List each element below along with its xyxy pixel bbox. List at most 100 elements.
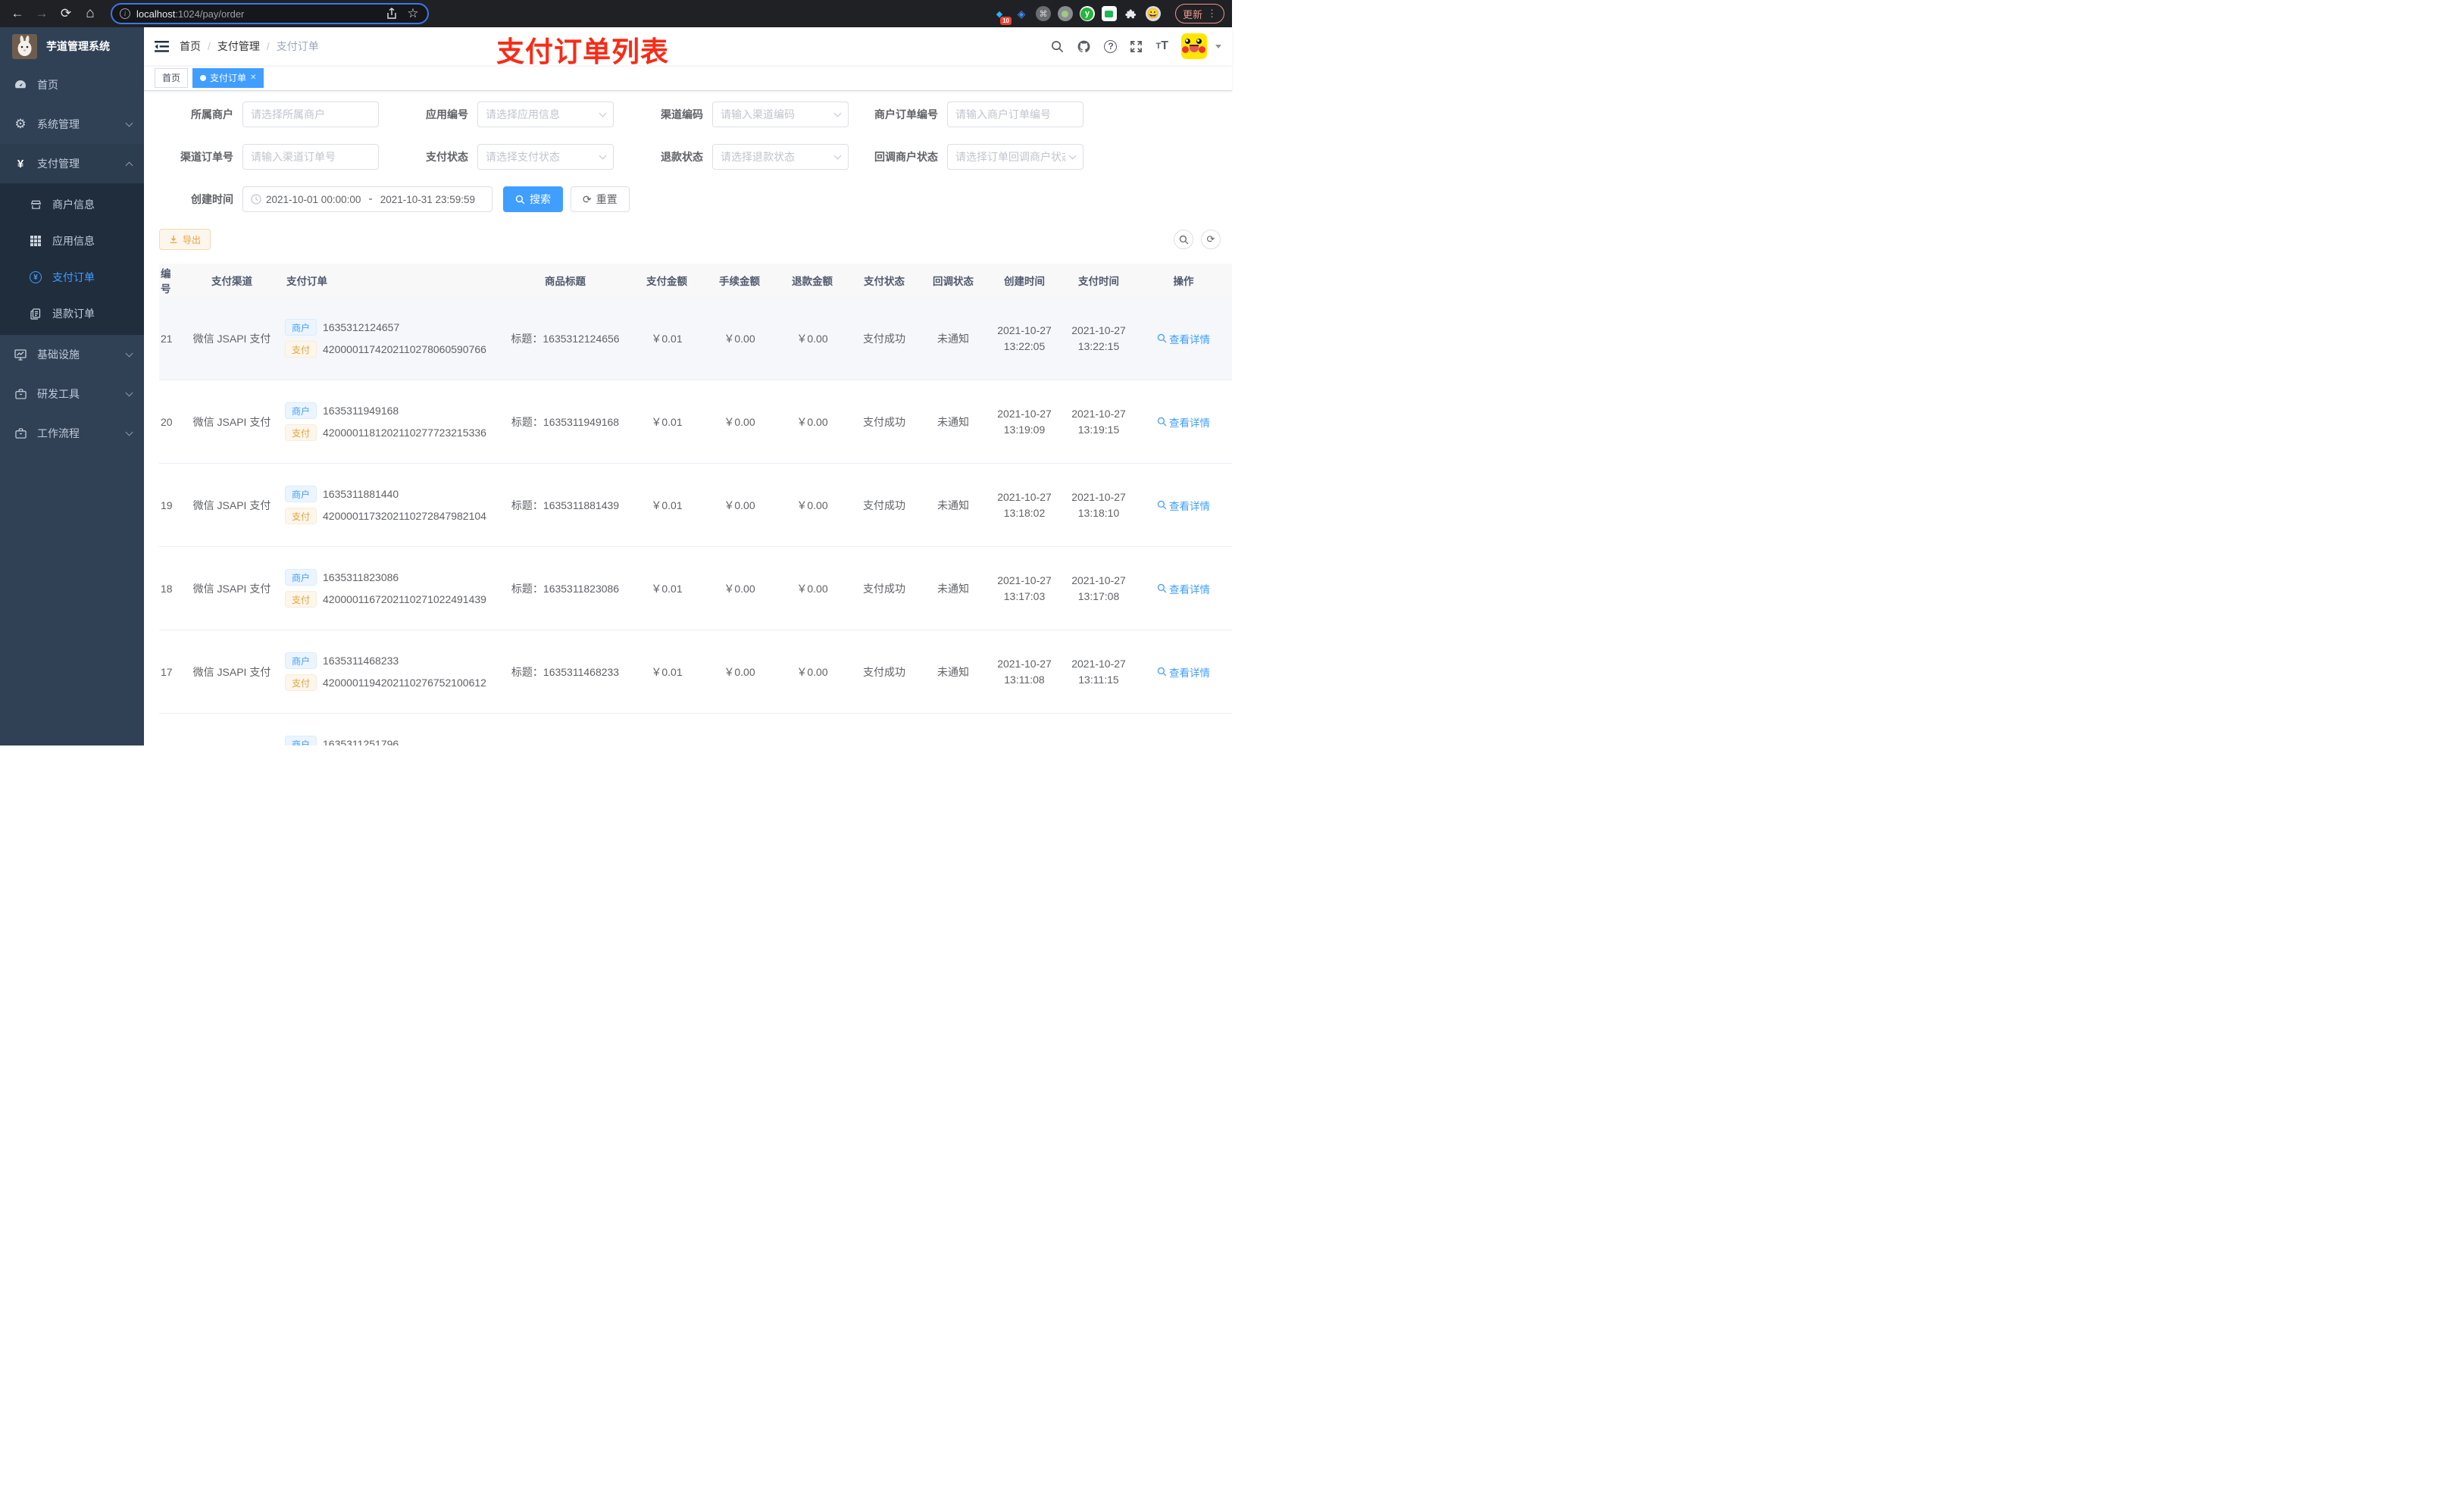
url-text: localhost:1024/pay/order [136, 8, 245, 20]
browser-update-button[interactable]: 更新 ⋮ [1174, 4, 1224, 23]
channel-order-no: 4200001194202110276752100612 [323, 677, 486, 689]
filter-row-1: 所属商户 请选择所属商户 应用编号 请选择应用信息 渠道编码 请输入渠道编码 商… [159, 102, 1232, 127]
sidebar-item-devtools[interactable]: 研发工具 [0, 374, 144, 414]
chevron-down-icon [125, 389, 133, 397]
extension-icon[interactable]: ◈ [1014, 6, 1029, 21]
reload-icon[interactable]: ⟳ [56, 4, 76, 23]
pay-tag: 支付 [285, 591, 317, 608]
table-row: 19 微信 JSAPI 支付 商户 1635311881440 支付 42000… [159, 464, 1232, 547]
refund-amount: ￥0.00 [796, 582, 828, 595]
tab-home[interactable]: 首页 [155, 67, 189, 88]
pay-time: 2021-10-27 13:19:15 [1071, 407, 1126, 436]
briefcase-icon [13, 428, 28, 439]
forward-icon[interactable]: → [32, 4, 52, 23]
merchant-order-no-input[interactable]: 请输入商户订单编号 [947, 102, 1083, 127]
top-navbar: 首页 / 支付管理 / 支付订单 支付订单列表 ? T T [144, 27, 1232, 67]
sidebar-item-home[interactable]: 首页 [0, 65, 144, 105]
page-content: 所属商户 请选择所属商户 应用编号 请选择应用信息 渠道编码 请输入渠道编码 商… [144, 91, 1232, 746]
chevron-down-icon [599, 152, 607, 160]
action-cell: 查看详情 [1135, 498, 1232, 513]
pay-time: 2021-10-27 13:17:08 [1071, 574, 1126, 602]
export-button[interactable]: 导出 [159, 229, 211, 250]
font-size-icon[interactable]: TT [1155, 39, 1168, 53]
address-bar[interactable]: i localhost:1024/pay/order ☆ [111, 3, 429, 24]
profile-avatar-icon[interactable]: 😀 [1145, 6, 1161, 21]
pay-channel: 微信 JSAPI 支付 [192, 582, 271, 595]
extension-icon[interactable] [1101, 6, 1117, 21]
help-icon[interactable]: ? [1104, 39, 1118, 53]
extension-icon[interactable]: ⌘ [1035, 6, 1051, 21]
breadcrumb-pay[interactable]: 支付管理 [217, 39, 260, 54]
pay-status: 支付成功 [863, 415, 905, 428]
sidebar-item-workflow[interactable]: 工作流程 [0, 414, 144, 453]
puzzle-extensions-icon[interactable] [1124, 6, 1139, 21]
back-icon[interactable]: ← [8, 4, 27, 23]
channel-order-no-input[interactable]: 请输入渠道订单号 [242, 144, 379, 170]
bookmark-star-icon[interactable]: ☆ [406, 4, 420, 23]
table-header: 编号 支付渠道 支付订单 商品标题 支付金额 手续金额 退款金额 支付状态 回调… [159, 264, 1232, 297]
view-detail-link[interactable]: 查看详情 [1157, 664, 1210, 680]
sidebar-item-merchant-info[interactable]: 商户信息 [0, 186, 144, 223]
extension-icon[interactable] [1057, 6, 1073, 21]
view-detail-link[interactable]: 查看详情 [1157, 331, 1210, 346]
avatar-dropdown-caret[interactable] [1215, 44, 1221, 48]
merchant-tag: 商户 [285, 736, 317, 746]
date-range-input[interactable]: 2021-10-01 00:00:00 - 2021-10-31 23:59:5… [242, 186, 492, 212]
order-id: 18 [161, 582, 173, 595]
notify-status: 未通知 [937, 665, 969, 678]
sidebar-item-infra[interactable]: 基础设施 [0, 335, 144, 374]
browser-menu-icon[interactable]: ⋮ [1207, 8, 1217, 20]
tab-pay-order[interactable]: 支付订单 ✕ [192, 67, 264, 88]
date-end[interactable]: 2021-10-31 23:59:59 [380, 194, 475, 205]
extension-icon[interactable]: ◆ 10 [992, 6, 1012, 25]
fullscreen-icon[interactable] [1130, 40, 1143, 53]
app-logo: 芋道管理系统 [0, 27, 144, 65]
breadcrumb: 首页 / 支付管理 / 支付订单 [180, 39, 319, 54]
create-time: 2021-10-27 13:22:05 [997, 324, 1052, 352]
sidebar-item-pay-order[interactable]: ¥ 支付订单 [0, 259, 144, 295]
table-search-toggle-icon[interactable] [1174, 230, 1193, 249]
merchant-select[interactable]: 请选择所属商户 [242, 102, 379, 127]
create-time: 2021-10-27 13:17:03 [997, 574, 1052, 602]
yen-circle-icon: ¥ [28, 271, 43, 283]
merchant-order-no: 1635311251796 [323, 738, 399, 746]
view-detail-link[interactable]: 查看详情 [1157, 498, 1210, 513]
refund-status-select[interactable]: 请选择退款状态 [712, 144, 849, 170]
filter-pay-status: 支付状态 请选择支付状态 [394, 144, 629, 170]
view-detail-link[interactable]: 查看详情 [1157, 414, 1210, 430]
sidebar-item-refund-order[interactable]: 退款订单 [0, 295, 144, 332]
magnifier-icon [1157, 417, 1167, 427]
table-refresh-icon[interactable]: ⟳ [1201, 230, 1221, 249]
filter-merchant-order-no: 商户订单编号 请输入商户订单编号 [864, 102, 1099, 127]
home-icon[interactable]: ⌂ [80, 4, 100, 23]
pay-tag: 支付 [285, 674, 317, 691]
sidebar-fold-icon[interactable] [155, 40, 169, 53]
share-icon[interactable] [385, 4, 399, 23]
search-button[interactable]: 搜索 [503, 186, 563, 212]
channel-code-select[interactable]: 请输入渠道编码 [712, 102, 849, 127]
grid-icon [28, 236, 43, 246]
date-start[interactable]: 2021-10-01 00:00:00 [266, 194, 361, 205]
sidebar-item-pay[interactable]: ¥ 支付管理 [0, 144, 144, 183]
channel-order-no: 4200001173202110272847982104 [323, 510, 486, 522]
app-select[interactable]: 请选择应用信息 [477, 102, 614, 127]
sidebar-item-system[interactable]: ⚙ 系统管理 [0, 105, 144, 144]
action-cell: 查看详情 [1135, 414, 1232, 430]
pay-status-select[interactable]: 请选择支付状态 [477, 144, 614, 170]
breadcrumb-home[interactable]: 首页 [180, 39, 201, 54]
tab-close-icon[interactable]: ✕ [250, 73, 256, 82]
reset-button[interactable]: ⟳ 重置 [571, 186, 630, 212]
extension-icon[interactable]: y [1079, 6, 1095, 21]
merchant-tag: 商户 [285, 319, 317, 336]
search-icon[interactable] [1051, 40, 1064, 53]
user-avatar[interactable] [1181, 33, 1207, 59]
action-cell: 查看详情 [1135, 664, 1232, 680]
product-title: 标题：1635311468233 [511, 665, 620, 678]
notify-status-select[interactable]: 请选择订单回调商户状态 [947, 144, 1083, 170]
merchant-order-no: 1635311881440 [323, 488, 399, 500]
site-info-icon[interactable]: i [120, 8, 130, 19]
github-icon[interactable] [1077, 39, 1091, 54]
magnifier-icon [1157, 333, 1167, 343]
sidebar-item-app-info[interactable]: 应用信息 [0, 223, 144, 259]
view-detail-link[interactable]: 查看详情 [1157, 581, 1210, 596]
